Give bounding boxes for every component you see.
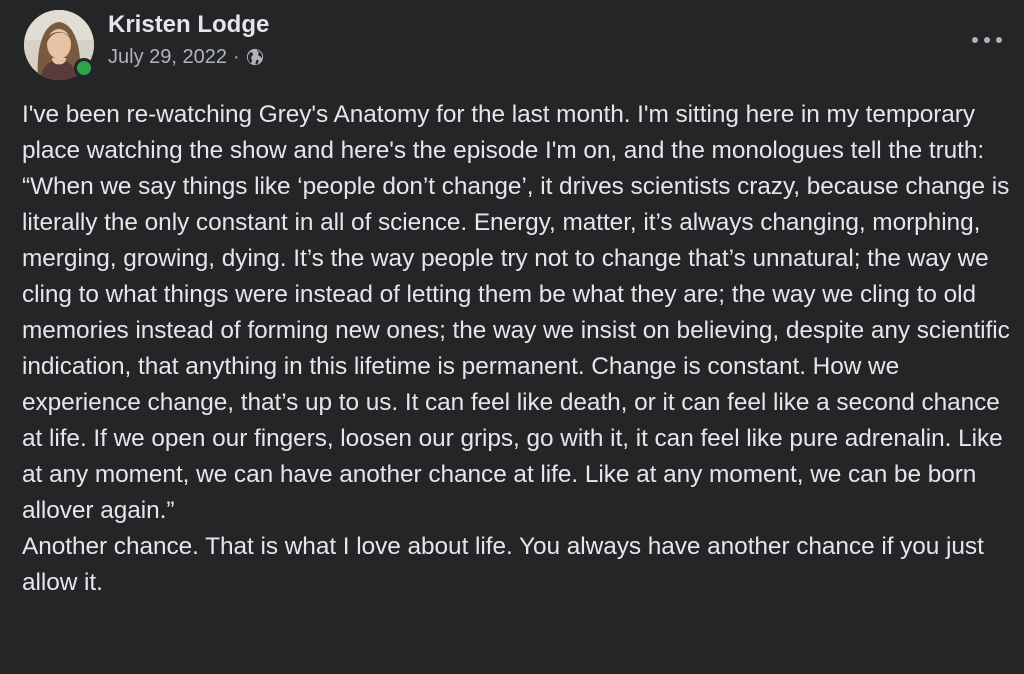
separator: · — [232, 46, 240, 68]
facebook-post: Kristen Lodge July 29, 2022 · I've been … — [0, 0, 1024, 674]
online-status-indicator — [74, 58, 94, 78]
post-date[interactable]: July 29, 2022 — [108, 44, 227, 70]
post-header: Kristen Lodge July 29, 2022 · — [24, 10, 269, 80]
post-paragraph: Another chance. That is what I love abou… — [22, 533, 984, 596]
more-options-icon-dot — [984, 37, 990, 43]
post-body: I've been re-watching Grey's Anatomy for… — [22, 97, 1022, 601]
avatar-container[interactable] — [24, 10, 94, 80]
author-name[interactable]: Kristen Lodge — [108, 10, 269, 40]
globe-icon[interactable] — [246, 48, 264, 66]
post-paragraph: I've been re-watching Grey's Anatomy for… — [22, 101, 985, 164]
more-options-button[interactable] — [972, 30, 1002, 50]
more-options-icon-dot — [972, 37, 978, 43]
date-row: July 29, 2022 · — [108, 44, 269, 70]
post-meta: Kristen Lodge July 29, 2022 · — [108, 10, 269, 70]
post-paragraph: “When we say things like ‘people don’t c… — [22, 173, 1010, 524]
more-options-icon-dot — [996, 37, 1002, 43]
